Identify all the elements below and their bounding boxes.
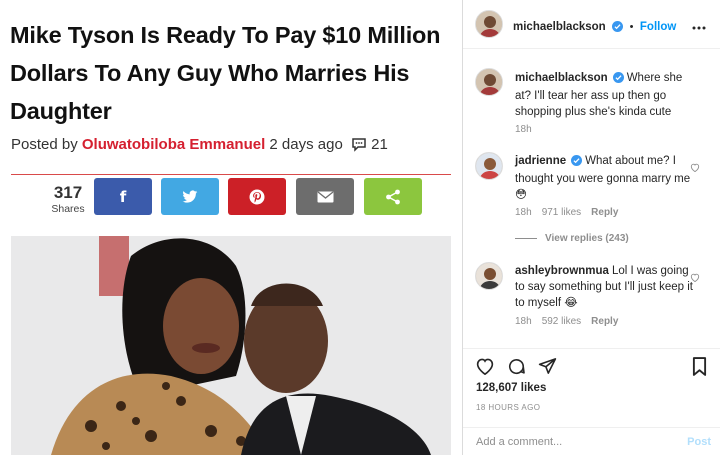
avatar[interactable] xyxy=(475,68,503,96)
instagram-panel: michaelblackson • Follow michaelblackson… xyxy=(463,0,720,455)
share-paper-plane-icon[interactable] xyxy=(538,357,557,380)
comment-meta: 18h 971 likes Reply xyxy=(515,207,628,218)
share-icon xyxy=(386,189,400,204)
generic-share-button[interactable] xyxy=(364,178,422,215)
reply-button[interactable]: Reply xyxy=(591,316,618,327)
envelope-icon xyxy=(317,190,333,202)
article-panel: Mike Tyson Is Ready To Pay $10 Million D… xyxy=(0,0,462,455)
bookmark-icon[interactable] xyxy=(692,357,707,381)
article-photo xyxy=(11,236,451,455)
article-byline: Posted by Oluwatobiloba Emmanuel 2 days … xyxy=(11,136,388,156)
view-replies-label: View replies (243) xyxy=(545,233,629,244)
verified-badge-icon xyxy=(612,72,624,88)
share-count-label: Shares xyxy=(51,203,85,215)
like-heart-icon[interactable] xyxy=(475,357,495,380)
header-separator: • xyxy=(629,21,634,33)
like-comment-heart-icon[interactable] xyxy=(690,159,700,177)
comment: ashleybrownmua Lol I was going to say som… xyxy=(515,263,693,311)
comment: jadrienne What about me? I thought you we… xyxy=(515,153,693,203)
pinterest-icon xyxy=(249,189,265,204)
avatar[interactable] xyxy=(475,152,503,180)
comment-count[interactable]: 21 xyxy=(371,136,388,153)
like-comment-heart-icon[interactable] xyxy=(690,269,700,287)
comment-username[interactable]: ashleybrownmua xyxy=(515,265,609,277)
view-replies-line xyxy=(515,237,537,239)
comment-username[interactable]: jadrienne xyxy=(515,155,566,167)
comment-likes[interactable]: 971 likes xyxy=(542,207,581,218)
post-comment-button[interactable]: Post xyxy=(687,436,711,448)
post-author-username[interactable]: michaelblackson xyxy=(513,21,606,33)
share-count-number: 317 xyxy=(53,183,83,202)
twitter-bird-icon xyxy=(182,189,198,203)
post-actions: 128,607 likes 18 HOURS AGO Add a comment… xyxy=(463,348,720,456)
comment-time: 18h xyxy=(515,207,532,218)
facebook-icon: f xyxy=(119,187,127,206)
caption-username[interactable]: michaelblackson xyxy=(515,72,608,84)
comment-likes[interactable]: 592 likes xyxy=(542,316,581,327)
posted-by-label: Posted by xyxy=(11,136,78,153)
comment-time: 18h xyxy=(515,316,532,327)
comment-icon[interactable] xyxy=(507,357,526,381)
add-comment-bar: Add a comment... Post xyxy=(463,427,720,457)
comment-bubble-icon[interactable] xyxy=(351,137,367,156)
author-link[interactable]: Oluwatobiloba Emmanuel xyxy=(82,136,265,153)
post-likes-count[interactable]: 128,607 likes xyxy=(476,382,546,394)
pinterest-share-button[interactable] xyxy=(228,178,286,215)
avatar[interactable] xyxy=(475,262,503,290)
comment-meta: 18h 592 likes Reply xyxy=(515,316,628,327)
reply-button[interactable]: Reply xyxy=(591,207,618,218)
more-options-icon[interactable] xyxy=(692,17,706,35)
posted-time: 2 days ago xyxy=(269,136,343,153)
post-header: michaelblackson • Follow xyxy=(463,0,720,49)
header-meta: michaelblackson • Follow xyxy=(513,17,676,37)
add-comment-input[interactable]: Add a comment... xyxy=(476,436,562,448)
caption-meta: 18h xyxy=(515,124,542,135)
verified-badge-icon xyxy=(612,19,624,37)
follow-button[interactable]: Follow xyxy=(640,21,676,33)
post-caption: michaelblackson Where she at? I'll tear h… xyxy=(515,70,693,120)
share-counter: 317 Shares xyxy=(40,183,96,216)
byline-divider xyxy=(11,174,451,175)
caption-time: 18h xyxy=(515,124,532,135)
twitter-share-button[interactable] xyxy=(161,178,219,215)
verified-badge-icon xyxy=(571,155,583,171)
article-headline: Mike Tyson Is Ready To Pay $10 Million D… xyxy=(10,22,441,124)
post-time-ago: 18 HOURS AGO xyxy=(476,403,541,412)
view-replies-button[interactable]: View replies (243) xyxy=(515,233,629,244)
facebook-share-button[interactable]: f xyxy=(94,178,152,215)
email-share-button[interactable] xyxy=(296,178,354,215)
avatar[interactable] xyxy=(475,10,503,38)
